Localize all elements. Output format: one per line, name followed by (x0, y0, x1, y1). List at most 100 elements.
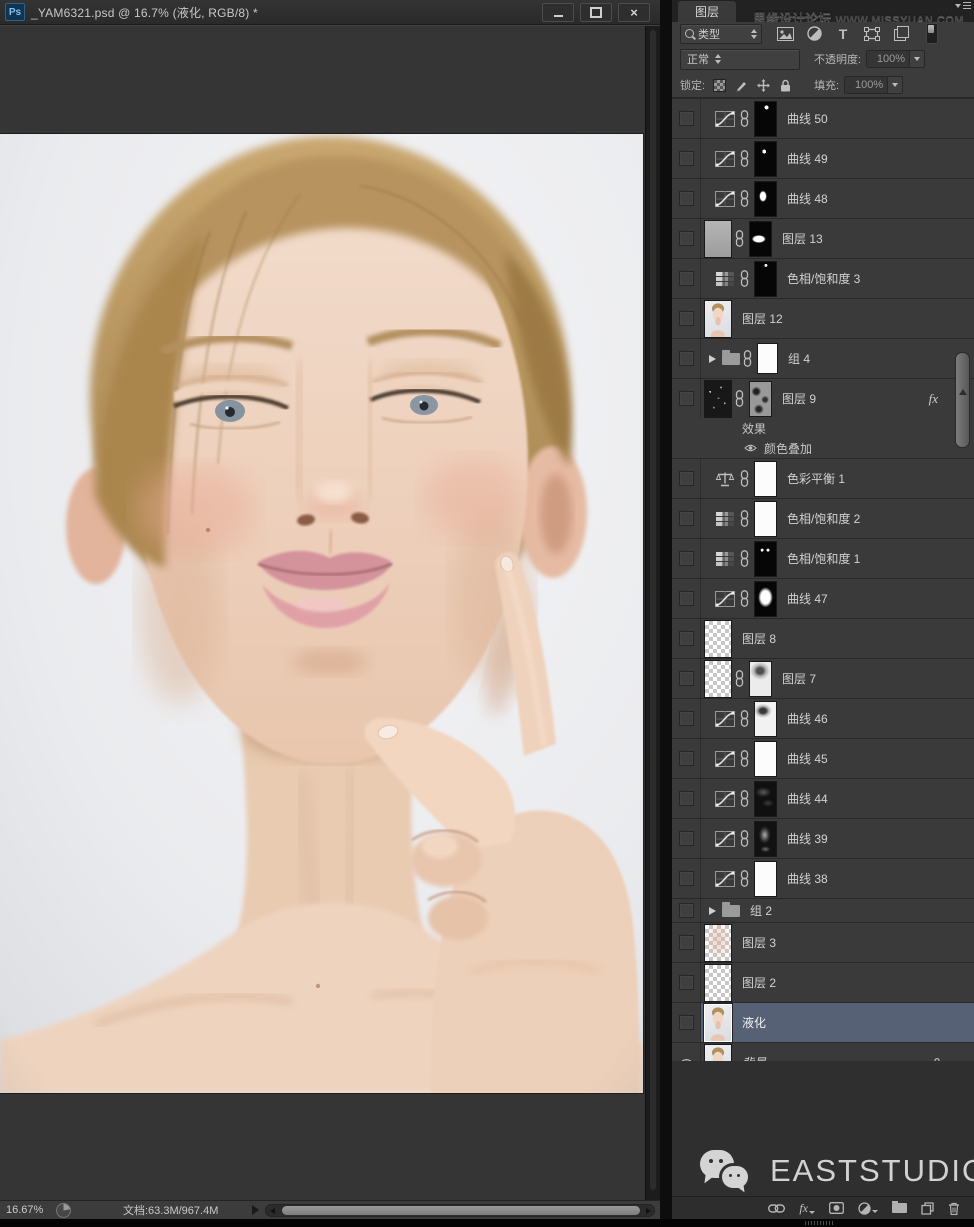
mask-link-chain-icon[interactable] (740, 710, 749, 727)
visibility-checkbox[interactable] (679, 591, 694, 606)
mask-link-chain-icon[interactable] (740, 270, 749, 287)
visibility-checkbox[interactable] (679, 1015, 694, 1030)
lock-move-icon[interactable] (757, 79, 770, 92)
layer-row[interactable]: 色彩平衡 1 (672, 459, 974, 498)
layer-row[interactable]: 曲线 45 (672, 739, 974, 778)
visibility-checkbox[interactable] (679, 151, 694, 166)
layer-row[interactable]: 组 4 (672, 339, 974, 378)
layer-visibility-cell[interactable] (672, 99, 701, 138)
layer-mask-thumbnail[interactable] (754, 701, 777, 737)
layer-thumbnail[interactable] (704, 1004, 732, 1042)
layer-row-content[interactable]: 图层 8 (701, 619, 974, 658)
visibility-checkbox[interactable] (679, 551, 694, 566)
visibility-checkbox[interactable] (679, 751, 694, 766)
layer-visibility-cell[interactable] (672, 299, 701, 338)
layer-visibility-cell[interactable] (672, 499, 701, 538)
curves-icon[interactable] (715, 591, 735, 607)
close-button[interactable]: × (618, 3, 650, 22)
layer-row-content[interactable]: 曲线 44 (701, 779, 974, 818)
layer-row-content[interactable]: 图层 2 (701, 963, 974, 1002)
visibility-checkbox[interactable] (679, 311, 694, 326)
layer-row-content[interactable]: 色相/饱和度 2 (701, 499, 974, 538)
curves-icon[interactable] (715, 831, 735, 847)
layer-row-content[interactable]: 曲线 46 (701, 699, 974, 738)
layer-visibility-cell[interactable] (672, 379, 701, 418)
visibility-checkbox[interactable] (679, 391, 694, 406)
layer-row-content[interactable]: 图层 7 (701, 659, 974, 698)
mask-link-chain-icon[interactable] (740, 750, 749, 767)
layer-row-content[interactable]: 曲线 38 (701, 859, 974, 898)
layer-row[interactable]: 曲线 39 (672, 819, 974, 858)
layer-row[interactable]: 图层 3 (672, 923, 974, 962)
link-layers-icon[interactable] (768, 1204, 785, 1213)
layer-visibility-cell[interactable] (672, 179, 701, 218)
layer-visibility-cell[interactable] (672, 139, 701, 178)
layer-visibility-cell[interactable] (672, 539, 701, 578)
layer-thumbnail[interactable] (704, 660, 732, 698)
layer-row-content[interactable]: 曲线 50 (701, 99, 974, 138)
mask-link-chain-icon[interactable] (740, 830, 749, 847)
lock-transparent-icon[interactable] (713, 79, 726, 92)
layer-mask-thumbnail[interactable] (749, 221, 772, 257)
visibility-checkbox[interactable] (679, 511, 694, 526)
layer-mask-thumbnail[interactable] (754, 101, 777, 137)
layer-visibility-cell[interactable] (672, 923, 701, 962)
hue-saturation-icon[interactable] (715, 551, 735, 567)
curves-icon[interactable] (715, 751, 735, 767)
mask-link-chain-icon[interactable] (740, 590, 749, 607)
layer-row[interactable]: 曲线 46 (672, 699, 974, 738)
visibility-checkbox[interactable] (679, 471, 694, 486)
effect-visibility-eye-icon[interactable] (744, 444, 757, 452)
layer-row[interactable]: 液化 (672, 1003, 974, 1042)
scroll-right-arrow-icon[interactable] (646, 1208, 651, 1214)
mask-link-chain-icon[interactable] (740, 110, 749, 127)
photo-canvas[interactable] (0, 134, 643, 1093)
layer-visibility-cell[interactable] (672, 779, 701, 818)
layer-mask-thumbnail[interactable] (754, 781, 777, 817)
layer-row-content[interactable]: 液化 (701, 1003, 974, 1042)
color-balance-icon[interactable] (715, 471, 735, 487)
layer-mask-thumbnail[interactable] (754, 581, 777, 617)
group-expand-arrow-icon[interactable] (709, 355, 716, 363)
layer-mask-thumbnail[interactable] (754, 461, 777, 497)
layer-visibility-cell[interactable] (672, 579, 701, 618)
pixel-filter-icon[interactable] (776, 26, 794, 42)
layer-row-content[interactable]: 图层 12 (701, 299, 974, 338)
hue-saturation-icon[interactable] (715, 511, 735, 527)
group-expand-arrow-icon[interactable] (709, 907, 716, 915)
visibility-checkbox[interactable] (679, 351, 694, 366)
layer-thumbnail[interactable] (704, 620, 732, 658)
layer-visibility-cell[interactable] (672, 659, 701, 698)
visibility-checkbox[interactable] (679, 791, 694, 806)
visibility-checkbox[interactable] (679, 111, 694, 126)
layer-row-content[interactable]: 色相/饱和度 3 (701, 259, 974, 298)
layer-row-content[interactable]: 曲线 39 (701, 819, 974, 858)
fx-badge[interactable]: fx (929, 391, 938, 407)
layer-mask-thumbnail[interactable] (754, 861, 777, 897)
layer-thumbnail[interactable] (704, 220, 732, 258)
mask-link-chain-icon[interactable] (740, 870, 749, 887)
layer-visibility-cell[interactable] (672, 963, 701, 1002)
layer-row-content[interactable]: 曲线 47 (701, 579, 974, 618)
layer-mask-thumbnail[interactable] (754, 741, 777, 777)
layer-visibility-cell[interactable] (672, 739, 701, 778)
layer-row[interactable]: 图层 2 (672, 963, 974, 1002)
adjustment-filter-icon[interactable] (805, 26, 823, 42)
mask-link-chain-icon[interactable] (740, 510, 749, 527)
mask-link-chain-icon[interactable] (735, 230, 744, 247)
visibility-checkbox[interactable] (679, 871, 694, 886)
layer-thumbnail[interactable] (704, 300, 732, 338)
layer-row[interactable]: 图层 8 (672, 619, 974, 658)
visibility-checkbox[interactable] (679, 671, 694, 686)
curves-icon[interactable] (715, 191, 735, 207)
mask-link-chain-icon[interactable] (740, 470, 749, 487)
layer-thumbnail[interactable] (704, 380, 732, 418)
panel-scrollbar-thumb[interactable] (955, 352, 970, 448)
opacity-field[interactable]: 100% (866, 50, 910, 68)
layer-row[interactable]: 图层 9fx (672, 379, 974, 418)
layer-mask-thumbnail[interactable] (754, 261, 777, 297)
canvas-vertical-scrollbar[interactable] (645, 26, 660, 1201)
canvas-area[interactable] (0, 25, 660, 1200)
layer-visibility-cell[interactable] (672, 619, 701, 658)
opacity-dropdown-button[interactable] (910, 50, 925, 68)
